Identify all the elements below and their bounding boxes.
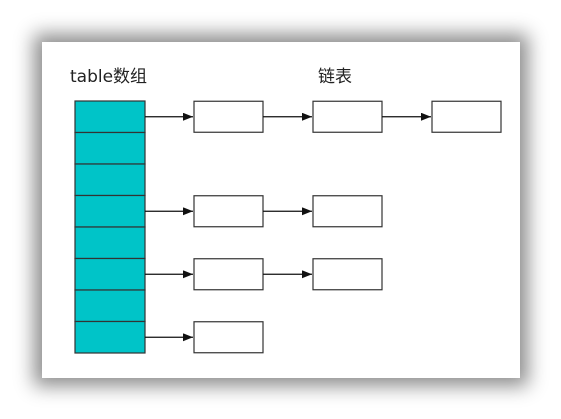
array-cell bbox=[74, 226, 146, 260]
array-cell bbox=[74, 194, 146, 228]
list-node bbox=[193, 195, 264, 228]
list-node bbox=[312, 195, 383, 228]
list-node bbox=[312, 258, 383, 291]
list-node bbox=[193, 258, 264, 291]
list-node bbox=[312, 100, 383, 133]
list-node bbox=[193, 100, 264, 133]
array-cell bbox=[74, 320, 146, 354]
array-cell bbox=[74, 100, 146, 134]
array-cell bbox=[74, 289, 146, 323]
array-cell bbox=[74, 131, 146, 165]
array-cell bbox=[74, 163, 146, 197]
array-cell bbox=[74, 257, 146, 291]
hash-table-diagram bbox=[74, 100, 502, 354]
list-node bbox=[193, 321, 264, 354]
list-node bbox=[431, 100, 502, 133]
